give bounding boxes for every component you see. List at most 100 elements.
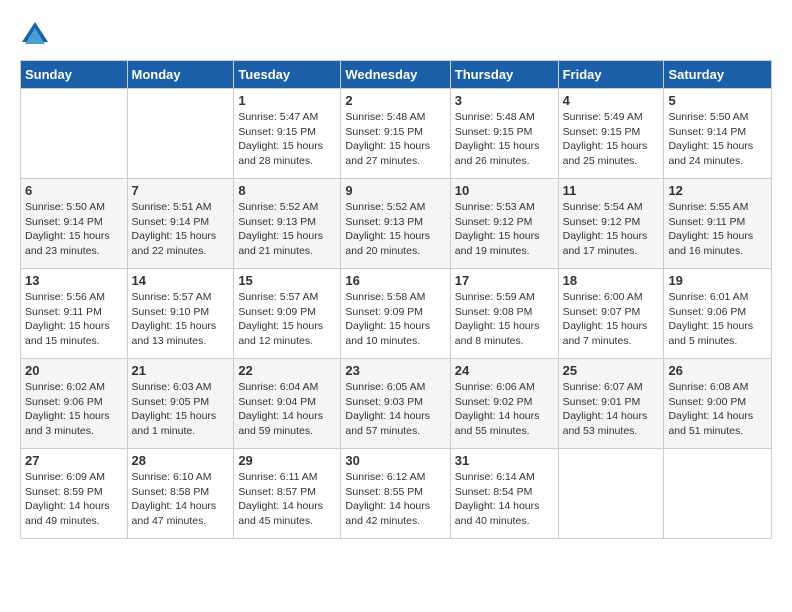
calendar: SundayMondayTuesdayWednesdayThursdayFrid… [20, 60, 772, 539]
day-info: Sunrise: 5:54 AM Sunset: 9:12 PM Dayligh… [563, 200, 660, 259]
day-cell: 3 Sunrise: 5:48 AM Sunset: 9:15 PM Daylig… [450, 89, 558, 179]
logo-icon [20, 20, 50, 50]
day-info: Sunrise: 5:52 AM Sunset: 9:13 PM Dayligh… [238, 200, 336, 259]
day-cell: 16Sunrise: 5:58 AM Sunset: 9:09 PM Dayli… [341, 269, 450, 359]
day-info: Sunrise: 5:55 AM Sunset: 9:11 PM Dayligh… [668, 200, 767, 259]
day-cell: 5 Sunrise: 5:50 AM Sunset: 9:14 PM Daylig… [664, 89, 772, 179]
day-number: 20 [25, 363, 123, 378]
week-row-4: 20 Sunrise: 6:02 AM Sunset: 9:06 PM Dayli… [21, 359, 772, 449]
day-number: 18 [563, 273, 660, 288]
column-header-sunday: Sunday [21, 61, 128, 89]
day-cell: 31Sunrise: 6:14 AM Sunset: 8:54 PM Dayli… [450, 449, 558, 539]
day-cell: 6 Sunrise: 5:50 AM Sunset: 9:14 PM Daylig… [21, 179, 128, 269]
day-info: Sunrise: 5:52 AM Sunset: 9:13 PM Dayligh… [345, 200, 445, 259]
day-info: Sunrise: 6:03 AM Sunset: 9:05 PM Dayligh… [132, 380, 230, 439]
day-number: 5 [668, 93, 767, 108]
day-info: Sunrise: 6:00 AM Sunset: 9:07 PM Dayligh… [563, 290, 660, 349]
day-number: 6 [25, 183, 123, 198]
day-number: 12 [668, 183, 767, 198]
day-cell: 21 Sunrise: 6:03 AM Sunset: 9:05 PM Dayli… [127, 359, 234, 449]
column-header-monday: Monday [127, 61, 234, 89]
logo [20, 20, 54, 50]
day-number: 24 [455, 363, 554, 378]
day-cell: 1 Sunrise: 5:47 AM Sunset: 9:15 PM Daylig… [234, 89, 341, 179]
day-info: Sunrise: 5:49 AM Sunset: 9:15 PM Dayligh… [563, 110, 660, 169]
day-info: Sunrise: 6:07 AM Sunset: 9:01 PM Dayligh… [563, 380, 660, 439]
day-info: Sunrise: 6:12 AM Sunset: 8:55 PM Dayligh… [345, 470, 445, 529]
day-cell: 28Sunrise: 6:10 AM Sunset: 8:58 PM Dayli… [127, 449, 234, 539]
day-number: 23 [345, 363, 445, 378]
day-info: Sunrise: 6:01 AM Sunset: 9:06 PM Dayligh… [668, 290, 767, 349]
day-cell: 18 Sunrise: 6:00 AM Sunset: 9:07 PM Dayli… [558, 269, 664, 359]
day-number: 15 [238, 273, 336, 288]
day-number: 8 [238, 183, 336, 198]
day-cell: 20 Sunrise: 6:02 AM Sunset: 9:06 PM Dayli… [21, 359, 128, 449]
week-row-5: 27 Sunrise: 6:09 AM Sunset: 8:59 PM Dayli… [21, 449, 772, 539]
day-info: Sunrise: 6:08 AM Sunset: 9:00 PM Dayligh… [668, 380, 767, 439]
day-info: Sunrise: 5:48 AM Sunset: 9:15 PM Dayligh… [455, 110, 554, 169]
day-info: Sunrise: 6:02 AM Sunset: 9:06 PM Dayligh… [25, 380, 123, 439]
day-cell: 17Sunrise: 5:59 AM Sunset: 9:08 PM Dayli… [450, 269, 558, 359]
day-cell: 2 Sunrise: 5:48 AM Sunset: 9:15 PM Daylig… [341, 89, 450, 179]
day-cell: 11 Sunrise: 5:54 AM Sunset: 9:12 PM Dayli… [558, 179, 664, 269]
day-cell [664, 449, 772, 539]
day-cell: 25Sunrise: 6:07 AM Sunset: 9:01 PM Dayli… [558, 359, 664, 449]
day-cell: 10Sunrise: 5:53 AM Sunset: 9:12 PM Dayli… [450, 179, 558, 269]
day-number: 28 [132, 453, 230, 468]
day-info: Sunrise: 5:47 AM Sunset: 9:15 PM Dayligh… [238, 110, 336, 169]
day-info: Sunrise: 6:11 AM Sunset: 8:57 PM Dayligh… [238, 470, 336, 529]
day-number: 11 [563, 183, 660, 198]
day-info: Sunrise: 6:09 AM Sunset: 8:59 PM Dayligh… [25, 470, 123, 529]
day-cell: 13 Sunrise: 5:56 AM Sunset: 9:11 PM Dayli… [21, 269, 128, 359]
day-number: 3 [455, 93, 554, 108]
week-row-3: 13 Sunrise: 5:56 AM Sunset: 9:11 PM Dayli… [21, 269, 772, 359]
day-number: 14 [132, 273, 230, 288]
day-number: 26 [668, 363, 767, 378]
calendar-header-row: SundayMondayTuesdayWednesdayThursdayFrid… [21, 61, 772, 89]
day-info: Sunrise: 6:04 AM Sunset: 9:04 PM Dayligh… [238, 380, 336, 439]
day-number: 10 [455, 183, 554, 198]
day-info: Sunrise: 5:58 AM Sunset: 9:09 PM Dayligh… [345, 290, 445, 349]
day-number: 29 [238, 453, 336, 468]
day-cell: 14 Sunrise: 5:57 AM Sunset: 9:10 PM Dayli… [127, 269, 234, 359]
day-info: Sunrise: 5:50 AM Sunset: 9:14 PM Dayligh… [668, 110, 767, 169]
day-info: Sunrise: 5:50 AM Sunset: 9:14 PM Dayligh… [25, 200, 123, 259]
day-cell: 30 Sunrise: 6:12 AM Sunset: 8:55 PM Dayli… [341, 449, 450, 539]
column-header-thursday: Thursday [450, 61, 558, 89]
day-number: 21 [132, 363, 230, 378]
day-info: Sunrise: 6:14 AM Sunset: 8:54 PM Dayligh… [455, 470, 554, 529]
day-cell: 15 Sunrise: 5:57 AM Sunset: 9:09 PM Dayli… [234, 269, 341, 359]
column-header-wednesday: Wednesday [341, 61, 450, 89]
day-number: 4 [563, 93, 660, 108]
day-number: 30 [345, 453, 445, 468]
week-row-2: 6 Sunrise: 5:50 AM Sunset: 9:14 PM Daylig… [21, 179, 772, 269]
day-cell: 19 Sunrise: 6:01 AM Sunset: 9:06 PM Dayli… [664, 269, 772, 359]
day-cell: 29 Sunrise: 6:11 AM Sunset: 8:57 PM Dayli… [234, 449, 341, 539]
day-number: 27 [25, 453, 123, 468]
day-cell: 8 Sunrise: 5:52 AM Sunset: 9:13 PM Daylig… [234, 179, 341, 269]
day-info: Sunrise: 5:48 AM Sunset: 9:15 PM Dayligh… [345, 110, 445, 169]
day-number: 22 [238, 363, 336, 378]
day-info: Sunrise: 5:56 AM Sunset: 9:11 PM Dayligh… [25, 290, 123, 349]
day-cell: 12 Sunrise: 5:55 AM Sunset: 9:11 PM Dayli… [664, 179, 772, 269]
day-number: 19 [668, 273, 767, 288]
day-info: Sunrise: 5:57 AM Sunset: 9:09 PM Dayligh… [238, 290, 336, 349]
day-cell: 22 Sunrise: 6:04 AM Sunset: 9:04 PM Dayli… [234, 359, 341, 449]
day-cell: 27 Sunrise: 6:09 AM Sunset: 8:59 PM Dayli… [21, 449, 128, 539]
day-cell: 9 Sunrise: 5:52 AM Sunset: 9:13 PM Daylig… [341, 179, 450, 269]
day-number: 7 [132, 183, 230, 198]
day-cell: 4 Sunrise: 5:49 AM Sunset: 9:15 PM Daylig… [558, 89, 664, 179]
day-info: Sunrise: 6:06 AM Sunset: 9:02 PM Dayligh… [455, 380, 554, 439]
day-cell [21, 89, 128, 179]
week-row-1: 1 Sunrise: 5:47 AM Sunset: 9:15 PM Daylig… [21, 89, 772, 179]
column-header-saturday: Saturday [664, 61, 772, 89]
day-number: 9 [345, 183, 445, 198]
day-cell [127, 89, 234, 179]
column-header-tuesday: Tuesday [234, 61, 341, 89]
page-header [20, 20, 772, 50]
day-number: 2 [345, 93, 445, 108]
day-number: 13 [25, 273, 123, 288]
day-number: 1 [238, 93, 336, 108]
day-cell [558, 449, 664, 539]
day-info: Sunrise: 5:57 AM Sunset: 9:10 PM Dayligh… [132, 290, 230, 349]
